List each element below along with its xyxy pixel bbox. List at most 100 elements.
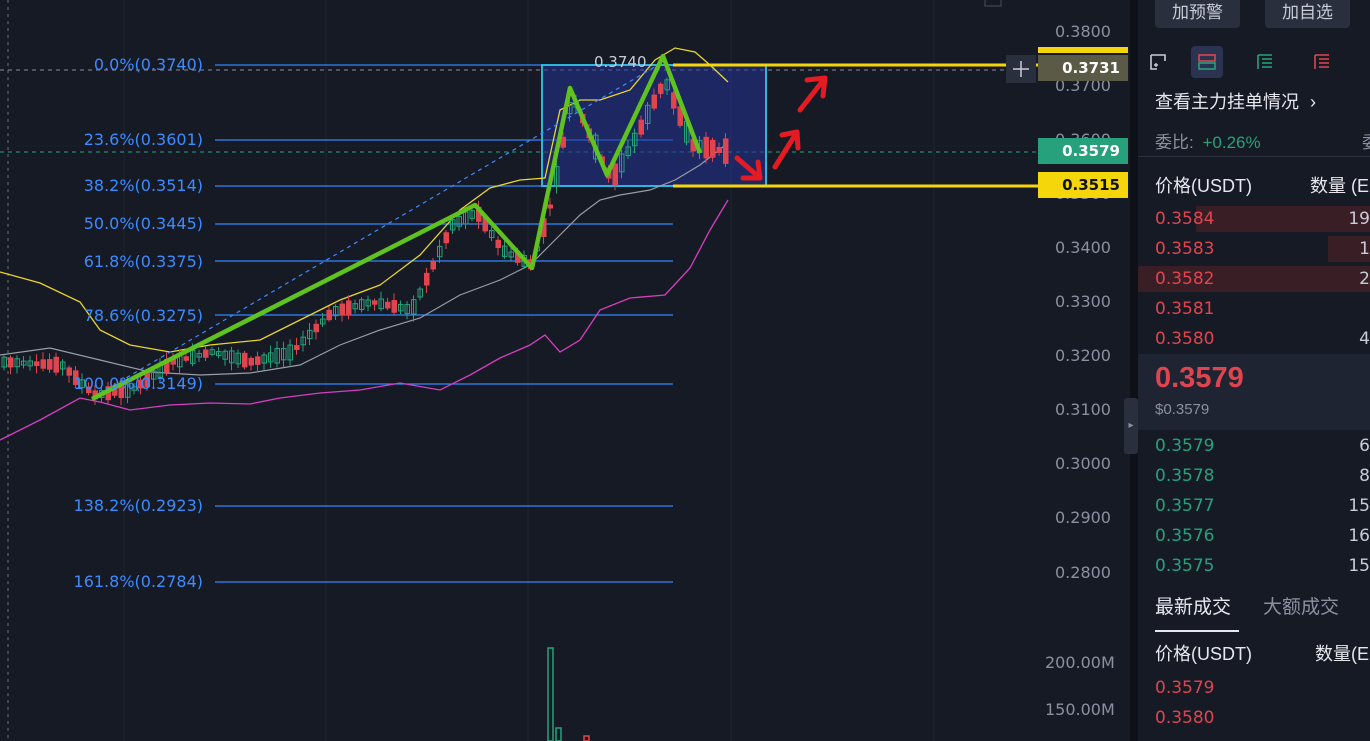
price-axis-label: 0.3100 xyxy=(1055,400,1111,419)
tab-large-trades[interactable]: 大额成交 xyxy=(1263,592,1339,619)
orderbook-asks-icon[interactable] xyxy=(1306,46,1338,78)
candle xyxy=(372,300,378,305)
layout-icon[interactable] xyxy=(1142,46,1174,78)
bid-qty: 6 xyxy=(1359,436,1370,456)
volume-bars xyxy=(547,647,590,741)
add-alert-button[interactable]: 加预警 xyxy=(1155,0,1240,28)
candle xyxy=(346,300,352,316)
ask-row[interactable]: 0.3584 19 xyxy=(1138,204,1370,234)
candle xyxy=(612,163,618,186)
divider xyxy=(1138,156,1370,157)
candle xyxy=(294,345,300,350)
chart-corner-icon xyxy=(984,0,1002,7)
fib-label: 38.2%(0.3514) xyxy=(83,176,203,195)
candle xyxy=(547,204,553,209)
candle xyxy=(248,357,254,366)
price-axis-label: 0.3800 xyxy=(1055,22,1111,41)
last-price-block: 0.3579 $0.3579 xyxy=(1138,354,1370,430)
orderbook-bids-icon[interactable] xyxy=(1249,46,1281,78)
candle xyxy=(710,139,716,158)
volume-axis-label: 150.00M xyxy=(1045,700,1115,719)
ask-qty: 4 xyxy=(1359,329,1370,349)
ratio-row: 委比: +0.26% xyxy=(1155,128,1261,153)
candle xyxy=(658,83,664,94)
candle xyxy=(430,261,436,270)
ask-price: 0.3582 xyxy=(1155,269,1215,289)
ask-qty: 19 xyxy=(1348,209,1370,229)
volume-bar xyxy=(555,727,562,741)
candle xyxy=(443,232,449,244)
ask-row[interactable]: 0.3582 2 xyxy=(1138,264,1370,294)
fib-label: 50.0%(0.3445) xyxy=(83,214,203,233)
current-price-tag: 0.3579 xyxy=(1038,138,1128,164)
collapse-panel-handle[interactable]: ▸ xyxy=(1124,398,1138,454)
ask-row[interactable]: 0.3581 xyxy=(1138,294,1370,324)
orderbook-panel: 加预警 加自选 查看主力挂单情况 › 委比: +0.26% 委 价格(USDT)… xyxy=(1138,0,1370,741)
bid-qty: 16 xyxy=(1348,526,1370,546)
active-tab-underline xyxy=(1155,630,1239,632)
price-axis-label: 0.3000 xyxy=(1055,454,1111,473)
bid-price: 0.3578 xyxy=(1155,466,1215,486)
panel-divider xyxy=(1130,0,1138,741)
bid-qty: 15 xyxy=(1348,496,1370,516)
ask-qty: 1 xyxy=(1359,239,1370,259)
candle xyxy=(385,301,391,309)
candle xyxy=(671,92,677,109)
candle xyxy=(703,136,709,159)
candle xyxy=(40,359,46,369)
ask-price: 0.3584 xyxy=(1155,209,1215,229)
bid-row[interactable]: 0.3576 16 xyxy=(1138,521,1370,551)
arrow-up-small xyxy=(772,129,801,170)
price-axis-label: 0.3300 xyxy=(1055,292,1111,311)
volume-bar xyxy=(583,735,590,741)
ask-price: 0.3581 xyxy=(1155,299,1215,319)
high-marker: 0.3740 xyxy=(594,53,647,71)
chart-area[interactable]: 0.0%(0.3740) 23.6%(0.3601) 38.2%(0.3514)… xyxy=(0,0,1130,741)
last-price-usd: $0.3579 xyxy=(1155,401,1210,418)
bid-row[interactable]: 0.3579 6 xyxy=(1138,431,1370,461)
orderbook-both-icon[interactable] xyxy=(1191,46,1223,78)
fib-label: 23.6%(0.3601) xyxy=(83,130,203,149)
volume-bar xyxy=(547,647,554,741)
trades-header-qty: 数量(E xyxy=(1315,644,1369,664)
trades-header-price: 价格(USDT) xyxy=(1155,644,1252,664)
tab-latest-trades[interactable]: 最新成交 xyxy=(1155,592,1231,619)
fib-label: 78.6%(0.3275) xyxy=(83,306,203,325)
ratio-cut-label: 委 xyxy=(1362,128,1370,153)
ask-price: 0.3580 xyxy=(1155,329,1215,349)
crosshair-price-tag: 0.3731 xyxy=(1038,55,1128,81)
volume-axis-label: 200.00M xyxy=(1045,653,1115,672)
fib-label: 138.2%(0.2923) xyxy=(73,496,203,515)
candle xyxy=(560,136,566,148)
ask-row[interactable]: 0.3583 1 xyxy=(1138,234,1370,264)
main-orders-link[interactable]: 查看主力挂单情况 › xyxy=(1155,88,1316,114)
last-price: 0.3579 xyxy=(1155,362,1244,394)
bid-price: 0.3577 xyxy=(1155,496,1215,516)
candlestick-chart[interactable] xyxy=(0,0,1130,741)
bid-qty: 15 xyxy=(1348,556,1370,576)
candle xyxy=(723,138,729,164)
fib-label: 161.8%(0.2784) xyxy=(73,572,203,591)
price-axis-label: 0.2800 xyxy=(1055,563,1111,582)
main-orders-label: 查看主力挂单情况 xyxy=(1155,92,1299,112)
consolidation-box xyxy=(541,64,767,187)
add-watchlist-button[interactable]: 加自选 xyxy=(1265,0,1350,28)
ask-row[interactable]: 0.3580 4 xyxy=(1138,324,1370,354)
candle xyxy=(326,309,332,321)
bid-row[interactable]: 0.3578 8 xyxy=(1138,461,1370,491)
candle xyxy=(8,357,14,368)
arrow-up-large xyxy=(797,75,828,113)
candle xyxy=(339,303,345,316)
candle xyxy=(495,239,501,249)
bid-price: 0.3576 xyxy=(1155,526,1215,546)
depth-bar xyxy=(1196,206,1370,232)
candle xyxy=(651,94,657,109)
candle xyxy=(183,356,189,361)
bid-row[interactable]: 0.3577 15 xyxy=(1138,491,1370,521)
candle xyxy=(638,119,644,135)
bid-row[interactable]: 0.3575 15 xyxy=(1138,551,1370,581)
fib-label: 61.8%(0.3375) xyxy=(83,252,203,271)
orderbook-header-qty: 数量 (E xyxy=(1310,176,1370,196)
candle xyxy=(34,361,40,367)
price-axis-label: 0.3400 xyxy=(1055,238,1111,257)
